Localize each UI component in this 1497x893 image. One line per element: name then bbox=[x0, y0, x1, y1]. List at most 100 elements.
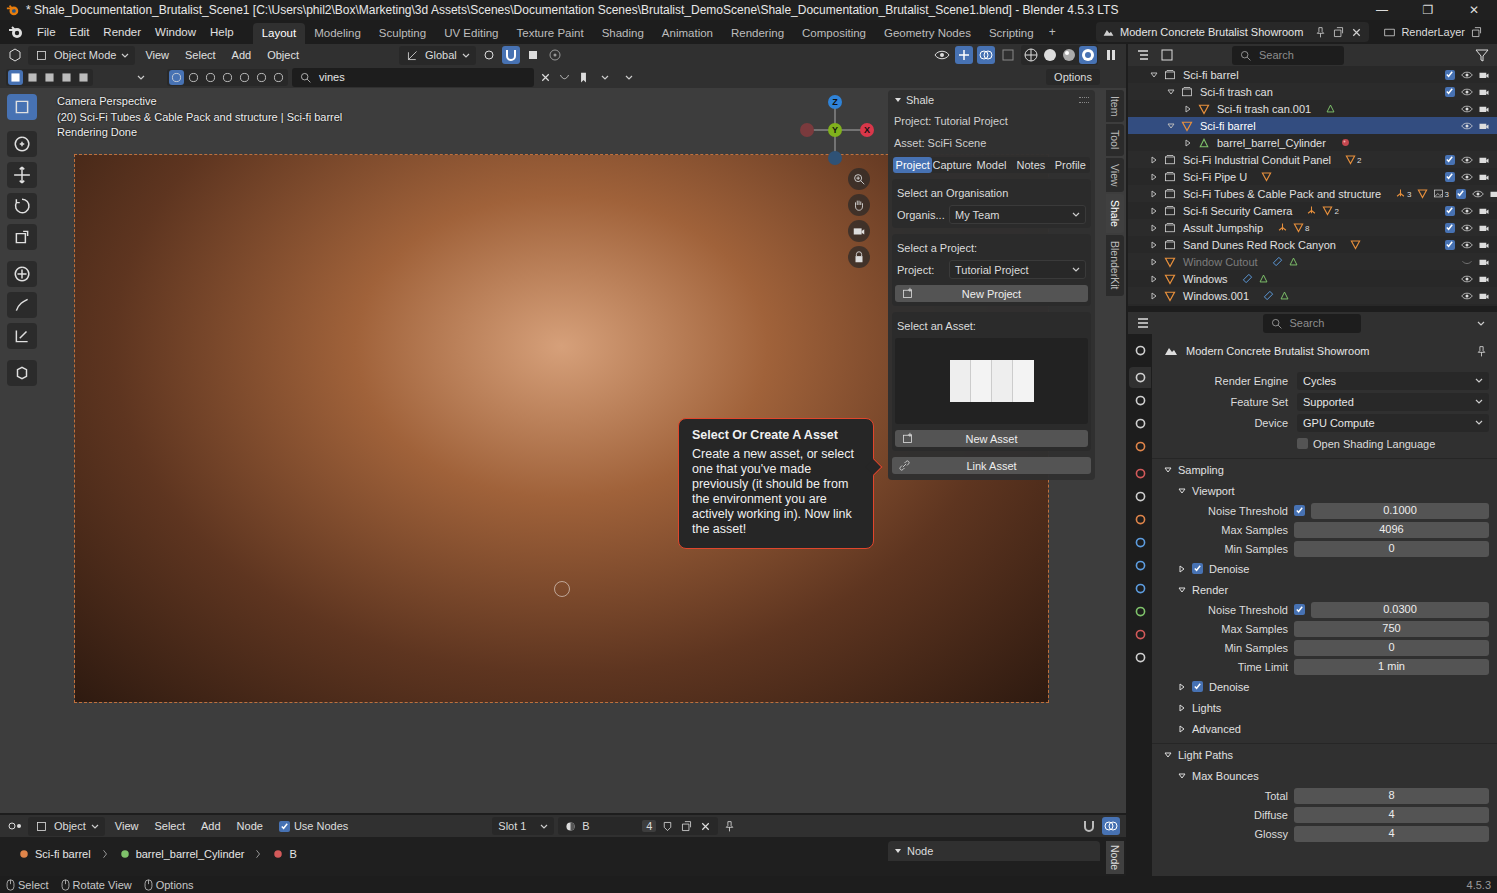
add-workspace-button[interactable]: + bbox=[1043, 21, 1062, 44]
expand-arrow-icon[interactable] bbox=[1184, 105, 1192, 113]
number-field[interactable]: 4096 bbox=[1294, 522, 1489, 538]
child-indicator[interactable] bbox=[1263, 290, 1274, 301]
invert-filter-icon[interactable] bbox=[557, 70, 572, 85]
breadcrumb-item[interactable]: barrel_barrel_Cylinder bbox=[136, 848, 245, 860]
property-checkbox[interactable]: Open Shading Language bbox=[1297, 438, 1435, 450]
fake-user-icon[interactable] bbox=[660, 819, 675, 834]
viewport-canvas[interactable]: Camera Perspective(20) Sci-Fi Tubes & Ca… bbox=[0, 88, 1126, 813]
properties-search[interactable]: Search bbox=[1263, 314, 1361, 333]
outliner-item-name[interactable]: Sci-fi trash can.001 bbox=[1217, 103, 1311, 115]
viewport-search-field[interactable]: vines bbox=[292, 68, 534, 87]
negative-x-axis[interactable] bbox=[800, 123, 814, 137]
viewport-menu[interactable]: Add bbox=[226, 47, 258, 63]
property-section[interactable]: Lights bbox=[1152, 697, 1497, 718]
organisation-dropdown[interactable]: My Team bbox=[949, 205, 1086, 224]
overlays-icon[interactable] bbox=[1102, 817, 1120, 835]
eye-icon[interactable] bbox=[1461, 86, 1473, 98]
exclude-checkbox[interactable] bbox=[1445, 70, 1455, 80]
number-field[interactable]: 8 bbox=[1294, 788, 1489, 804]
tool-button[interactable] bbox=[7, 323, 37, 349]
object-filter-icon[interactable] bbox=[220, 70, 235, 85]
window-control[interactable]: — bbox=[1359, 0, 1405, 20]
property-dropdown[interactable]: GPU Compute bbox=[1297, 414, 1489, 432]
exclude-checkbox[interactable] bbox=[1456, 189, 1466, 199]
outliner-row[interactable]: Sci-Fi Tubes & Cable Pack and structure … bbox=[1128, 185, 1497, 202]
properties-tab[interactable] bbox=[1129, 413, 1151, 434]
material-shading-icon[interactable] bbox=[1060, 46, 1078, 64]
expand-arrow-icon[interactable] bbox=[1150, 275, 1158, 283]
tool-button[interactable] bbox=[7, 224, 37, 250]
y-axis[interactable]: Y bbox=[828, 123, 842, 137]
eye-icon[interactable] bbox=[1461, 69, 1473, 81]
shale-tab[interactable]: Project bbox=[893, 157, 932, 173]
selection-mode-icon[interactable] bbox=[76, 70, 91, 85]
object-filter-icon[interactable] bbox=[237, 70, 252, 85]
expand-arrow-icon[interactable] bbox=[1167, 88, 1175, 96]
outliner-row[interactable]: Windows.001 bbox=[1128, 287, 1497, 304]
render-camera-icon[interactable] bbox=[1478, 239, 1490, 251]
duplicate-icon[interactable] bbox=[1332, 26, 1345, 39]
shale-tab[interactable]: Model bbox=[972, 157, 1011, 173]
expand-arrow-icon[interactable] bbox=[1150, 71, 1158, 79]
child-indicator[interactable] bbox=[1340, 137, 1351, 148]
clear-search-icon[interactable] bbox=[538, 70, 553, 85]
mode-dropdown[interactable]: Object Mode bbox=[28, 46, 135, 65]
render-camera-icon[interactable] bbox=[1478, 171, 1490, 183]
bookmark-icon[interactable] bbox=[576, 70, 591, 85]
render-camera-icon[interactable] bbox=[1478, 256, 1490, 268]
child-indicator[interactable] bbox=[1272, 256, 1283, 267]
orientation-dropdown[interactable]: Global bbox=[399, 46, 476, 65]
outliner-row[interactable]: Assult Jumpship 8 bbox=[1128, 219, 1497, 236]
pan-button[interactable] bbox=[848, 194, 870, 216]
exclude-checkbox[interactable] bbox=[1445, 172, 1455, 182]
shale-tab[interactable]: Profile bbox=[1051, 157, 1090, 173]
property-section[interactable]: Light Paths bbox=[1152, 743, 1497, 765]
chevron-icon[interactable] bbox=[601, 75, 609, 80]
section-checkbox[interactable] bbox=[1192, 563, 1203, 574]
child-indicator[interactable]: 2 bbox=[1322, 205, 1338, 216]
outliner-row[interactable]: Sci-fi barrel bbox=[1128, 117, 1497, 134]
outliner-row[interactable]: Sci-Fi Pipe U bbox=[1128, 168, 1497, 185]
outliner-item-name[interactable]: Sci-fi trash can bbox=[1200, 86, 1273, 98]
exclude-checkbox[interactable] bbox=[1445, 240, 1455, 250]
eye-closed-icon[interactable] bbox=[1461, 256, 1473, 268]
exclude-checkbox[interactable] bbox=[1445, 87, 1455, 97]
gizmo-toggle-icon[interactable] bbox=[955, 46, 973, 64]
outliner-row[interactable]: Sci-fi trash can.001 bbox=[1128, 100, 1497, 117]
pause-render-icon[interactable] bbox=[1102, 46, 1120, 64]
object-filter-icon[interactable] bbox=[186, 70, 201, 85]
drag-grip-icon[interactable] bbox=[1079, 97, 1089, 103]
unlink-icon[interactable] bbox=[698, 819, 713, 834]
outliner-item-name[interactable]: Window Cutout bbox=[1183, 256, 1258, 268]
pin-icon[interactable] bbox=[1474, 344, 1489, 359]
outliner-item-name[interactable]: Sci-Fi Pipe U bbox=[1183, 171, 1247, 183]
breadcrumb-item[interactable]: B bbox=[289, 848, 296, 860]
snap-target-icon[interactable] bbox=[524, 46, 542, 64]
exclude-checkbox[interactable] bbox=[1445, 206, 1455, 216]
pin-icon[interactable] bbox=[1314, 26, 1327, 39]
menu-item[interactable]: Window bbox=[148, 23, 203, 41]
duplicate-icon[interactable] bbox=[679, 819, 694, 834]
link-asset-button[interactable]: Link Asset bbox=[892, 457, 1091, 474]
properties-tab[interactable] bbox=[1129, 436, 1151, 457]
eye-icon[interactable] bbox=[1461, 120, 1473, 132]
sidebar-tab[interactable]: Shale bbox=[1106, 194, 1124, 233]
render-camera-icon[interactable] bbox=[1478, 86, 1490, 98]
outliner-row[interactable]: Sand Dunes Red Rock Canyon bbox=[1128, 236, 1497, 253]
child-indicator[interactable]: 8 bbox=[1293, 222, 1309, 233]
child-indicator[interactable]: 3 bbox=[1395, 188, 1411, 199]
number-field[interactable]: 4 bbox=[1294, 807, 1489, 823]
number-field[interactable]: 4 bbox=[1294, 826, 1489, 842]
property-section[interactable]: Render bbox=[1152, 579, 1497, 600]
child-indicator[interactable] bbox=[1277, 222, 1288, 233]
tool-button[interactable] bbox=[7, 162, 37, 188]
properties-tab[interactable] bbox=[1129, 532, 1151, 553]
camera-view-button[interactable] bbox=[848, 220, 870, 242]
expand-arrow-icon[interactable] bbox=[1150, 224, 1158, 232]
visibility-icon[interactable] bbox=[933, 46, 951, 64]
expand-arrow-icon[interactable] bbox=[1150, 241, 1158, 249]
chevron-icon[interactable] bbox=[137, 75, 145, 80]
workspace-tab[interactable]: Layout bbox=[253, 23, 306, 44]
render-camera-icon[interactable] bbox=[1478, 205, 1490, 217]
eye-icon[interactable] bbox=[1461, 290, 1473, 302]
